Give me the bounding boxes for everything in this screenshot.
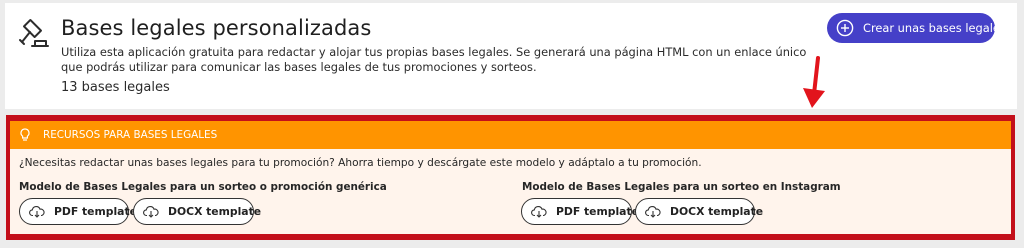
gavel-icon (19, 19, 49, 47)
generic-pdf-template-button[interactable]: PDF template (19, 198, 137, 225)
red-arrow-annotation (803, 56, 825, 108)
create-legal-bases-button[interactable]: Crear unas bases legales (827, 13, 1006, 43)
resources-title: RECURSOS PARA BASES LEGALES (43, 129, 218, 141)
page-title: Bases legales personalizadas (61, 16, 372, 40)
generic-pdf-template-label: PDF template (54, 205, 137, 218)
generic-template-title: Modelo de Bases Legales para un sorteo o… (19, 181, 387, 193)
cloud-download-icon (29, 205, 45, 218)
instagram-pdf-template-label: PDF template (556, 205, 639, 218)
cloud-download-icon (645, 205, 661, 218)
legal-bases-count: 13 bases legales (61, 80, 170, 95)
resources-question: ¿Necesitas redactar unas bases legales p… (19, 157, 702, 169)
cloud-download-icon (143, 205, 159, 218)
create-legal-bases-label: Crear unas bases legales (863, 21, 1006, 35)
cloud-download-icon (531, 205, 547, 218)
instagram-pdf-template-button[interactable]: PDF template (521, 198, 639, 225)
resources-header: RECURSOS PARA BASES LEGALES (10, 121, 1011, 149)
instagram-docx-template-button[interactable]: DOCX template (635, 198, 763, 225)
instagram-template-title: Modelo de Bases Legales para un sorteo e… (522, 181, 841, 193)
plus-circle-icon (836, 19, 854, 37)
generic-docx-template-label: DOCX template (168, 205, 262, 218)
instagram-docx-template-label: DOCX template (670, 205, 764, 218)
generic-docx-template-button[interactable]: DOCX template (133, 198, 261, 225)
lightbulb-icon (20, 128, 30, 141)
page-description: Utiliza esta aplicación gratuita para re… (61, 45, 807, 74)
